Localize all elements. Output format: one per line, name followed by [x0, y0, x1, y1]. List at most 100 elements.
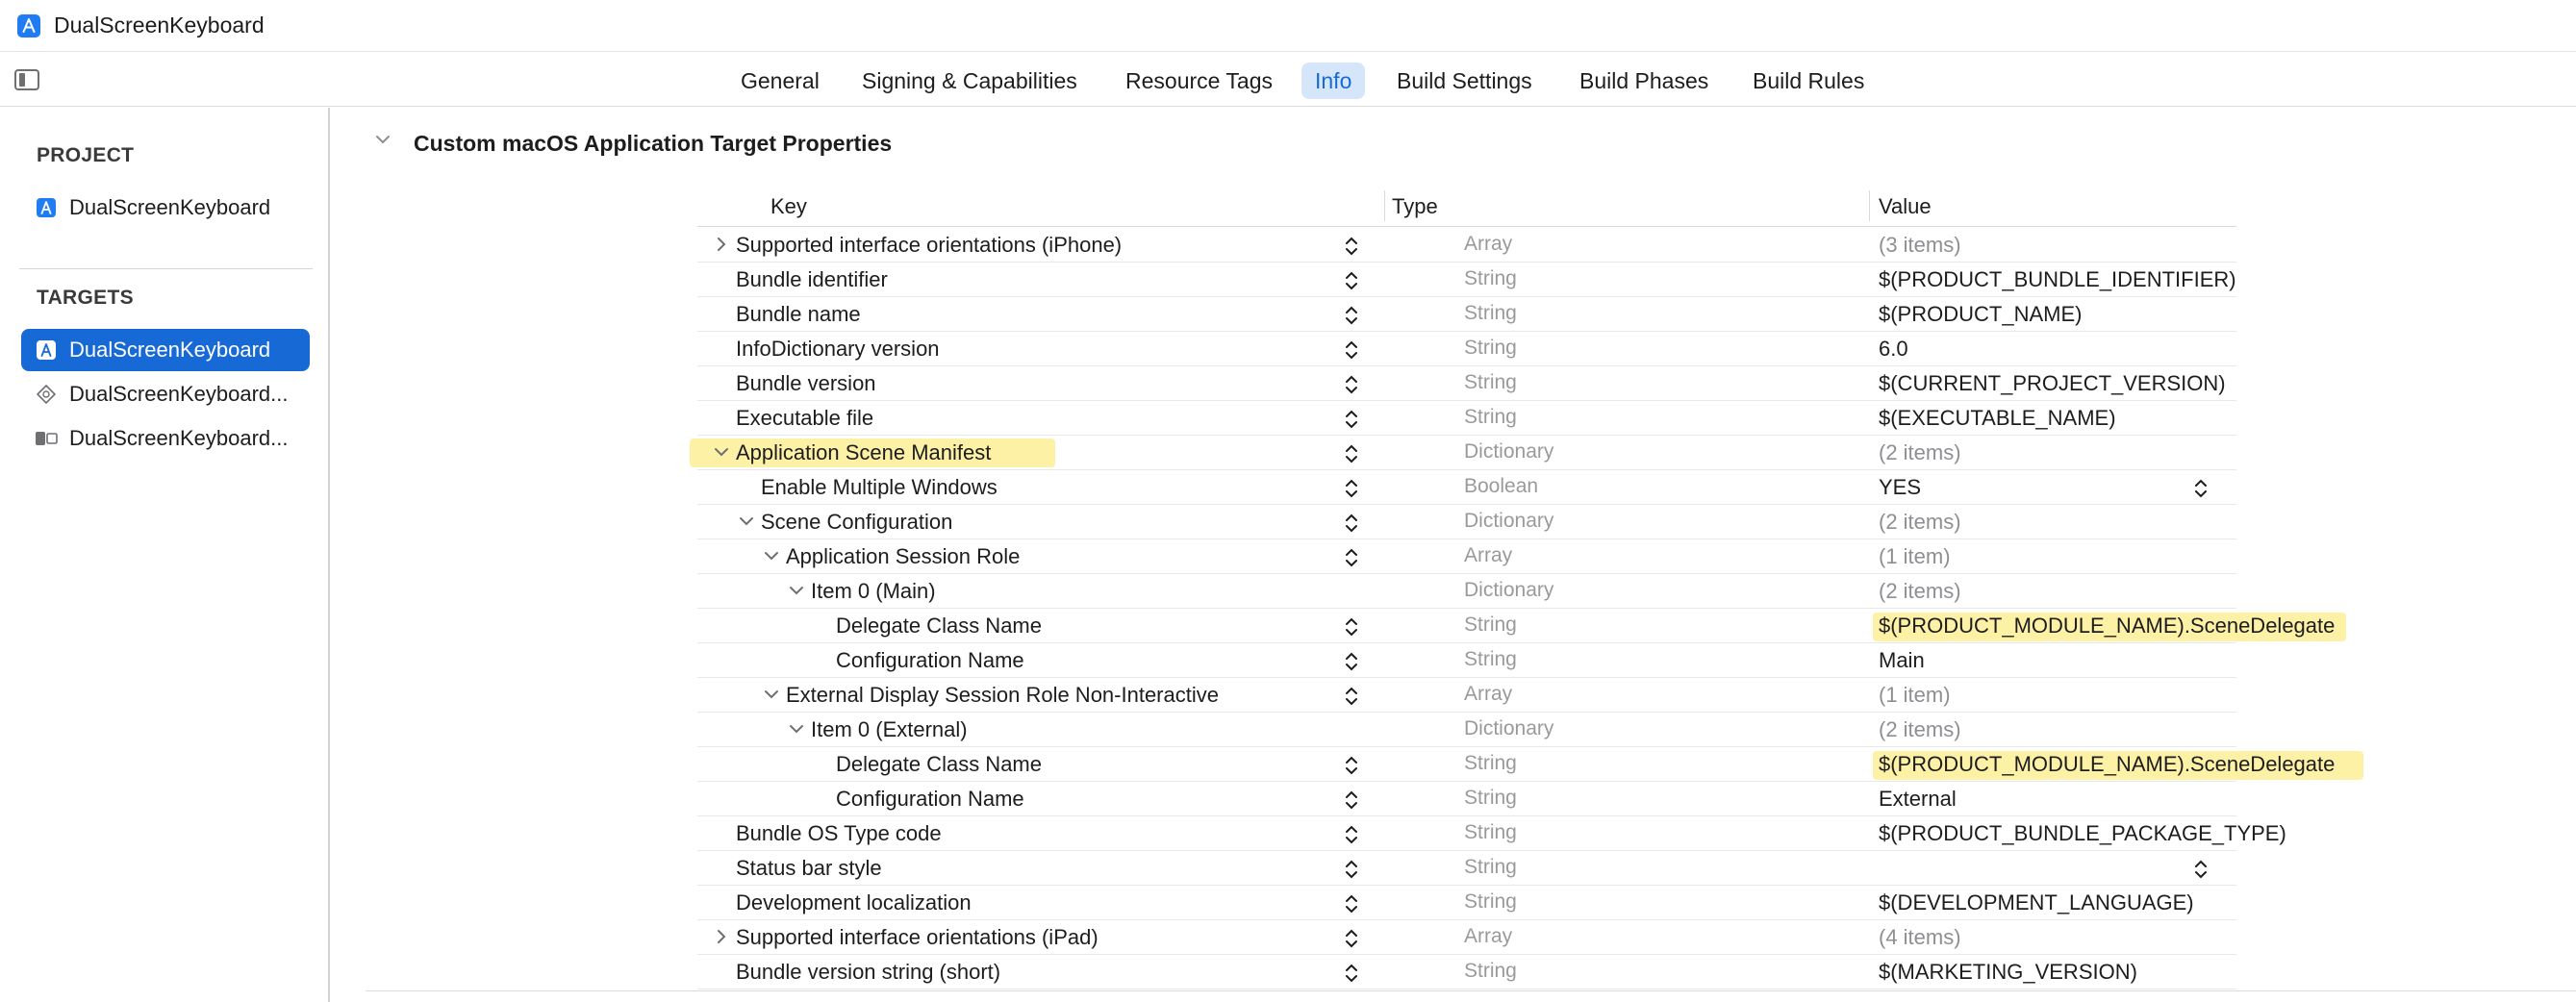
- row-key[interactable]: Development localization: [736, 890, 972, 915]
- row-key[interactable]: Supported interface orientations (iPhone…: [736, 233, 1122, 258]
- row-value[interactable]: (3 items): [1879, 233, 1961, 258]
- row-value[interactable]: (2 items): [1879, 717, 1961, 742]
- table-row[interactable]: Bundle version string (short) String $(MAR…: [697, 955, 2236, 989]
- table-row[interactable]: Executable file String $(EXECUTABLE_NAME): [697, 401, 2236, 436]
- tab-signing-capabilities[interactable]: Signing & Capabilities: [848, 63, 1091, 99]
- row-value[interactable]: (1 item): [1879, 683, 1951, 708]
- row-key[interactable]: Item 0 (External): [811, 717, 968, 742]
- row-key[interactable]: Bundle OS Type code: [736, 821, 942, 846]
- table-row[interactable]: Enable Multiple Windows Boolean YES: [697, 470, 2236, 505]
- row-key[interactable]: Bundle version: [736, 371, 876, 396]
- sidebar-item-target-extension[interactable]: DualScreenKeyboard...: [21, 373, 310, 415]
- key-stepper-icon[interactable]: [1344, 755, 1359, 776]
- disclosure-expanded-icon[interactable]: [763, 686, 780, 703]
- row-value[interactable]: YES: [1879, 475, 1921, 500]
- value-popup-icon[interactable]: [2193, 478, 2209, 499]
- row-value[interactable]: $(CURRENT_PROJECT_VERSION): [1879, 371, 2226, 396]
- tab-build-phases[interactable]: Build Phases: [1566, 63, 1722, 99]
- row-key[interactable]: Application Scene Manifest: [736, 440, 991, 465]
- row-type[interactable]: Dictionary: [1464, 717, 1553, 740]
- value-popup-icon[interactable]: [2193, 859, 2209, 880]
- row-type[interactable]: Dictionary: [1464, 440, 1553, 463]
- row-type[interactable]: String: [1464, 821, 1517, 844]
- row-key[interactable]: Bundle identifier: [736, 267, 888, 292]
- table-row[interactable]: Supported interface orientations (iPad) A…: [697, 920, 2236, 955]
- row-value[interactable]: (1 item): [1879, 544, 1951, 569]
- table-row[interactable]: External Display Session Role Non-Intera…: [697, 678, 2236, 713]
- row-value[interactable]: 6.0: [1879, 337, 1908, 362]
- row-type[interactable]: Array: [1464, 683, 1512, 706]
- row-value[interactable]: (4 items): [1879, 925, 1961, 950]
- row-key[interactable]: Configuration Name: [836, 787, 1024, 812]
- key-stepper-icon[interactable]: [1344, 928, 1359, 949]
- key-stepper-icon[interactable]: [1344, 789, 1359, 811]
- row-key[interactable]: InfoDictionary version: [736, 337, 940, 362]
- row-type[interactable]: String: [1464, 302, 1517, 325]
- key-stepper-icon[interactable]: [1344, 339, 1359, 361]
- tab-info[interactable]: Info: [1301, 63, 1366, 99]
- sidebar-item-target-tests[interactable]: DualScreenKeyboard...: [21, 417, 310, 460]
- table-row[interactable]: Configuration Name String External: [697, 782, 2236, 816]
- disclosure-expanded-icon[interactable]: [788, 582, 805, 599]
- row-value[interactable]: $(PRODUCT_MODULE_NAME).SceneDelegate: [1879, 614, 2335, 639]
- row-type[interactable]: Array: [1464, 925, 1512, 948]
- row-value[interactable]: (2 items): [1879, 579, 1961, 604]
- table-row[interactable]: Application Scene Manifest Dictionary (2 i…: [690, 436, 2236, 470]
- row-key[interactable]: Scene Configuration: [761, 510, 952, 535]
- row-type[interactable]: String: [1464, 371, 1517, 394]
- row-key[interactable]: Supported interface orientations (iPad): [736, 925, 1099, 950]
- row-value[interactable]: $(MARKETING_VERSION): [1879, 960, 2137, 985]
- row-type[interactable]: String: [1464, 856, 1517, 879]
- disclosure-expanded-icon[interactable]: [763, 547, 780, 564]
- row-type[interactable]: String: [1464, 267, 1517, 290]
- row-key[interactable]: Executable file: [736, 406, 873, 431]
- row-type[interactable]: String: [1464, 787, 1517, 810]
- row-value[interactable]: External: [1879, 787, 1957, 812]
- row-key[interactable]: Application Session Role: [786, 544, 1020, 569]
- row-value[interactable]: $(PRODUCT_BUNDLE_IDENTIFIER): [1879, 267, 2236, 292]
- key-stepper-icon[interactable]: [1344, 513, 1359, 534]
- table-row[interactable]: Development localization String $(DEVELOPM…: [697, 886, 2236, 920]
- row-type[interactable]: Dictionary: [1464, 579, 1553, 602]
- disclosure-expanded-icon[interactable]: [713, 443, 730, 461]
- row-key[interactable]: Enable Multiple Windows: [761, 475, 998, 500]
- table-row[interactable]: Application Session Role Array (1 item): [697, 539, 2236, 574]
- row-key[interactable]: Bundle name: [736, 302, 861, 327]
- tab-build-rules[interactable]: Build Rules: [1739, 63, 1878, 99]
- key-stepper-icon[interactable]: [1344, 374, 1359, 395]
- row-value[interactable]: $(PRODUCT_MODULE_NAME).SceneDelegate: [1879, 752, 2335, 777]
- row-type[interactable]: Array: [1464, 233, 1512, 256]
- table-row[interactable]: Delegate Class Name String $(PRODUCT_MODUL…: [697, 747, 2363, 782]
- tab-resource-tags[interactable]: Resource Tags: [1112, 63, 1286, 99]
- row-value[interactable]: $(PRODUCT_BUNDLE_PACKAGE_TYPE): [1879, 821, 2286, 846]
- key-stepper-icon[interactable]: [1344, 686, 1359, 707]
- table-row[interactable]: Item 0 (External) Dictionary (2 items): [697, 713, 2236, 747]
- table-row[interactable]: Bundle version String $(CURRENT_PROJECT_VE…: [697, 366, 2236, 401]
- sidebar-toggle-icon[interactable]: [14, 69, 39, 90]
- table-row[interactable]: Status bar style String: [697, 851, 2236, 886]
- row-value[interactable]: $(DEVELOPMENT_LANGUAGE): [1879, 890, 2194, 915]
- disclosure-collapsed-icon[interactable]: [713, 236, 730, 253]
- row-type[interactable]: String: [1464, 890, 1517, 914]
- row-type[interactable]: Array: [1464, 544, 1512, 567]
- row-key[interactable]: Delegate Class Name: [836, 752, 1042, 777]
- table-row[interactable]: Bundle name String $(PRODUCT_NAME): [697, 297, 2236, 332]
- row-type[interactable]: Boolean: [1464, 475, 1538, 498]
- row-key[interactable]: External Display Session Role Non-Intera…: [786, 683, 1219, 708]
- key-stepper-icon[interactable]: [1344, 859, 1359, 880]
- key-stepper-icon[interactable]: [1344, 547, 1359, 568]
- row-type[interactable]: String: [1464, 752, 1517, 775]
- table-row[interactable]: Item 0 (Main) Dictionary (2 items): [697, 574, 2236, 609]
- row-type[interactable]: String: [1464, 648, 1517, 671]
- key-stepper-icon[interactable]: [1344, 893, 1359, 914]
- key-stepper-icon[interactable]: [1344, 236, 1359, 257]
- row-key[interactable]: Item 0 (Main): [811, 579, 936, 604]
- table-row[interactable]: Bundle identifier String $(PRODUCT_BUNDLE_…: [697, 263, 2236, 297]
- row-value[interactable]: $(PRODUCT_NAME): [1879, 302, 2082, 327]
- table-row[interactable]: Bundle OS Type code String $(PRODUCT_BUNDL…: [697, 816, 2286, 851]
- table-row[interactable]: InfoDictionary version String 6.0: [697, 332, 2236, 366]
- key-stepper-icon[interactable]: [1344, 443, 1359, 464]
- disclosure-expanded-icon[interactable]: [738, 513, 755, 530]
- tab-general[interactable]: General: [727, 63, 833, 99]
- table-row[interactable]: Scene Configuration Dictionary (2 items): [697, 505, 2236, 539]
